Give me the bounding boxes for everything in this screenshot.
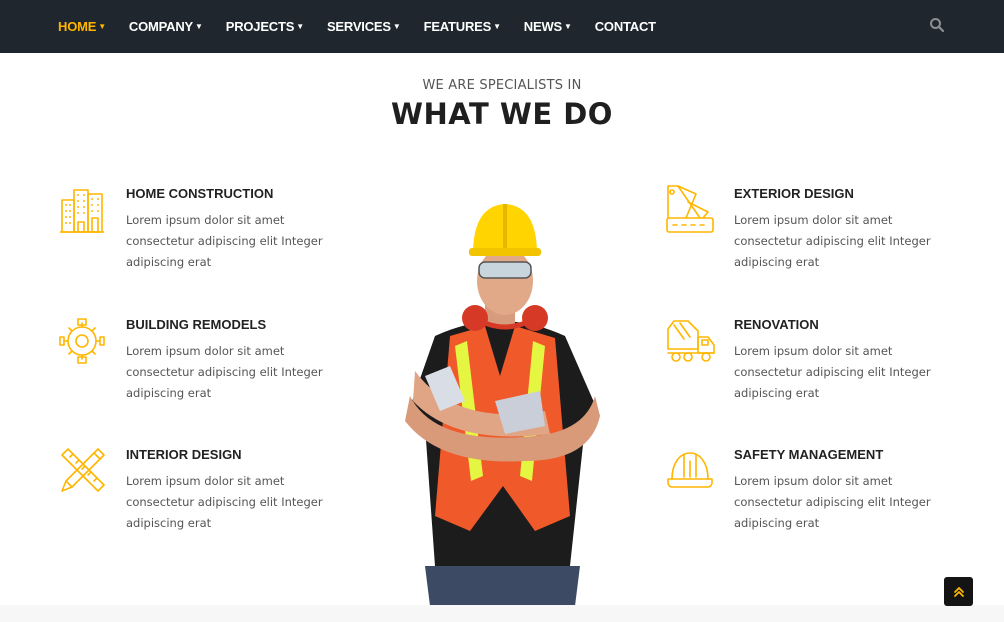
chevron-down-icon: ▼ (564, 22, 572, 31)
nav-item-features[interactable]: FEATURES ▼ (424, 19, 501, 34)
service-title: SAFETY MANAGEMENT (734, 447, 884, 462)
top-navbar: HOME ▼ COMPANY ▼ PROJECTS ▼ SERVICES ▼ F… (0, 0, 1004, 53)
service-title: BUILDING REMODELS (126, 317, 267, 332)
service-title: INTERIOR DESIGN (126, 447, 242, 462)
nav-item-label: HOME (58, 19, 97, 34)
section-title: WHAT WE DO (391, 97, 613, 131)
chevron-down-icon: ▼ (296, 22, 304, 31)
service-title: EXTERIOR DESIGN (734, 186, 854, 201)
search-icon[interactable] (929, 17, 945, 33)
section-header: WE ARE SPECIALISTS IN WHAT WE DO (0, 78, 1004, 131)
nav-item-label: COMPANY (128, 19, 194, 34)
service-description: Lorem ipsum dolor sit amet consectetur a… (734, 474, 931, 530)
gear-wrench-icon (58, 315, 108, 365)
service-description: Lorem ipsum dolor sit amet consectetur a… (126, 213, 323, 269)
service-title: RENOVATION (734, 317, 819, 332)
chevron-down-icon: ▼ (195, 22, 203, 31)
main-menu: HOME ▼ COMPANY ▼ PROJECTS ▼ SERVICES ▼ F… (58, 0, 679, 53)
color-swatch-icon (666, 184, 716, 234)
nav-item-services[interactable]: SERVICES ▼ (327, 19, 401, 34)
footer-strip (0, 605, 1004, 622)
nav-item-label: PROJECTS (225, 19, 295, 34)
hard-hat-icon (666, 445, 716, 495)
nav-item-label: NEWS (523, 19, 562, 34)
section-eyebrow: WE ARE SPECIALISTS IN (422, 78, 582, 93)
service-description: Lorem ipsum dolor sit amet consectetur a… (126, 344, 323, 400)
nav-item-label: CONTACT (594, 19, 656, 34)
service-title: HOME CONSTRUCTION (126, 186, 274, 201)
nav-item-label: SERVICES (326, 19, 391, 34)
service-description: Lorem ipsum dolor sit amet consectetur a… (734, 344, 931, 400)
construction-worker-image (395, 186, 610, 606)
service-description: Lorem ipsum dolor sit amet consectetur a… (126, 474, 323, 530)
back-to-top-button[interactable] (944, 577, 973, 606)
pencil-ruler-icon (58, 445, 108, 495)
chevron-down-icon: ▼ (493, 22, 501, 31)
nav-item-label: FEATURES (423, 19, 492, 34)
nav-item-news[interactable]: NEWS ▼ (524, 19, 572, 34)
chevron-down-icon: ▼ (392, 22, 401, 31)
nav-item-company[interactable]: COMPANY ▼ (129, 19, 203, 34)
buildings-icon (58, 184, 108, 234)
chevron-down-icon: ▼ (98, 22, 106, 31)
double-chevron-up-icon (953, 586, 964, 597)
nav-item-home[interactable]: HOME ▼ (58, 19, 106, 34)
service-description: Lorem ipsum dolor sit amet consectetur a… (734, 213, 931, 269)
cement-truck-icon (666, 315, 716, 365)
nav-item-contact[interactable]: CONTACT (595, 19, 656, 34)
nav-item-projects[interactable]: PROJECTS ▼ (226, 19, 304, 34)
